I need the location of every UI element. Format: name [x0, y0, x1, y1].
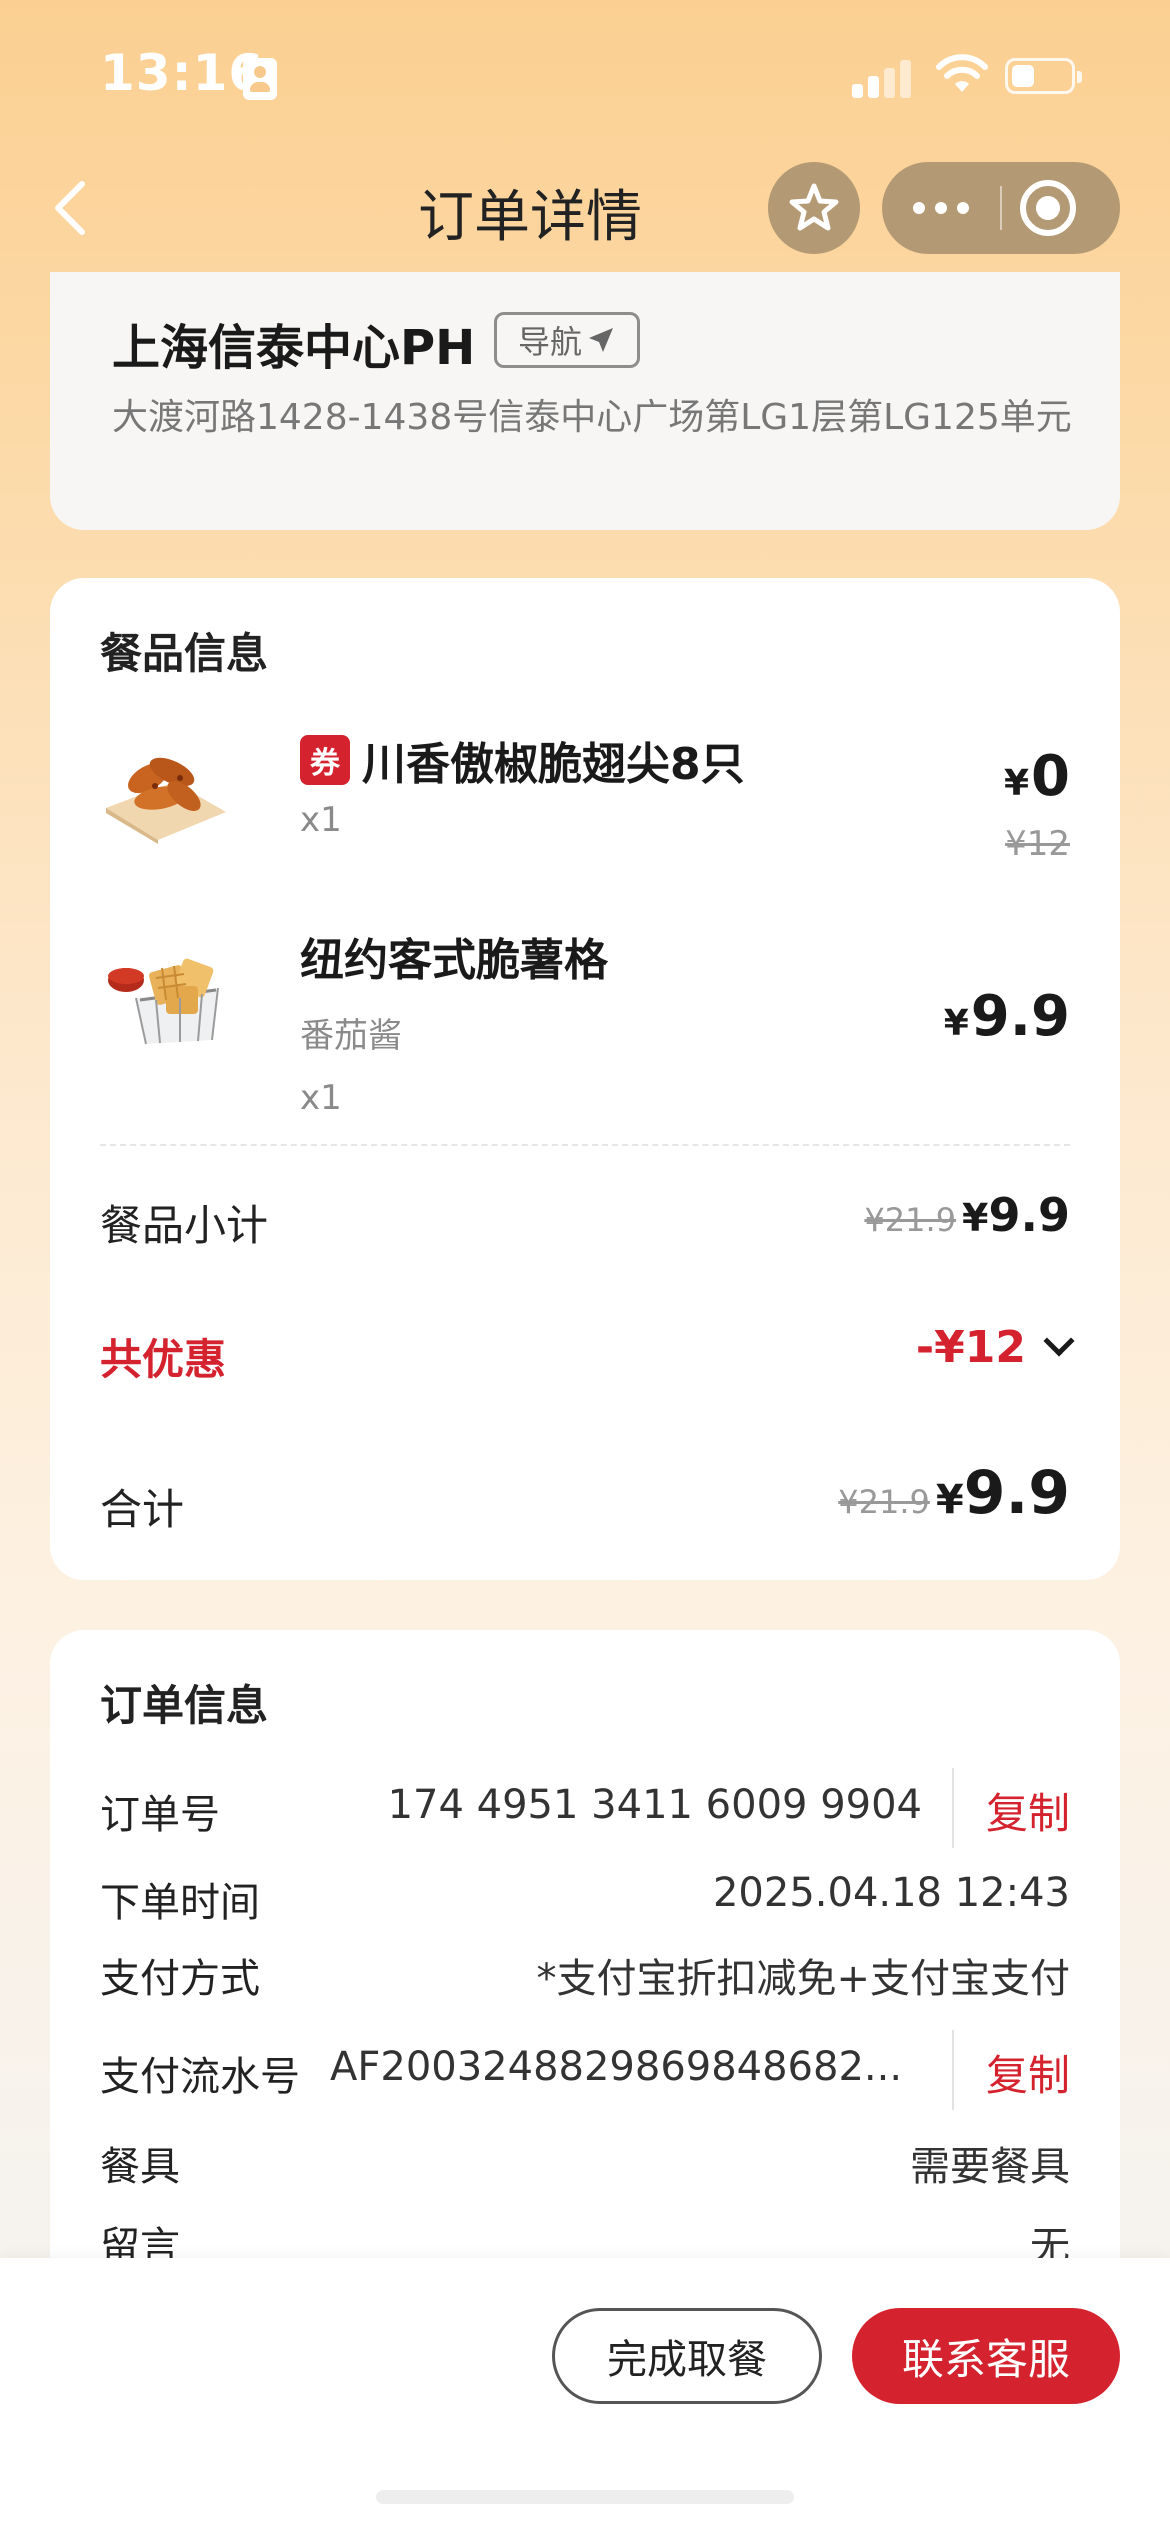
copy-order-number-button[interactable]: 复制 — [986, 1780, 1070, 1841]
discount-amount: -¥12 — [915, 1322, 1026, 1373]
chicken-wings-image — [106, 757, 226, 844]
status-bar: 13:16 — [0, 0, 1170, 150]
food-info-card: 餐品信息 券 川香傲椒脆翅尖8只 x1 ¥0 ¥12 纽约客式脆薯格 番茄酱 x… — [50, 578, 1120, 1580]
home-indicator — [376, 2490, 794, 2504]
divider — [952, 1768, 954, 1848]
item-price-value-1: 0 — [1031, 744, 1070, 809]
store-card: 上海信泰中心PH 导航 大渡河路1428-1438号信泰中心广场第LG1层第LG… — [50, 272, 1120, 530]
item-name-text-1: 川香傲椒脆翅尖8只 — [362, 739, 745, 790]
navigation-arrow-icon — [589, 328, 613, 352]
battery-icon — [1005, 58, 1082, 94]
complete-pickup-button[interactable]: 完成取餐 — [552, 2308, 822, 2404]
status-time: 13:16 — [100, 44, 265, 102]
star-icon — [789, 183, 839, 231]
navigate-label: 导航 — [517, 323, 582, 361]
copy-serial-button[interactable]: 复制 — [986, 2042, 1070, 2103]
payment-serial-label: 支付流水号 — [100, 2054, 300, 2100]
cutlery-label: 餐具 — [100, 2144, 180, 2190]
item-qty-2: x1 — [300, 1078, 342, 1118]
item-price-2: ¥9.9 — [944, 984, 1070, 1049]
currency-symbol: ¥ — [943, 1003, 969, 1044]
store-name: 上海信泰中心PH — [112, 320, 476, 376]
wifi-icon — [936, 54, 988, 92]
total-original: ¥21.9 — [838, 1483, 930, 1521]
currency-symbol: ¥ — [935, 1477, 964, 1523]
currency-symbol: ¥ — [962, 1196, 989, 1240]
order-number: 174 4951 3411 6009 9904 — [387, 1782, 922, 1828]
close-mini-program-icon[interactable] — [1020, 180, 1076, 236]
chevron-down-icon — [1043, 1325, 1075, 1357]
total-value: ¥21.9 ¥9.9 — [838, 1458, 1070, 1528]
total-label: 合计 — [100, 1485, 185, 1534]
capsule-divider — [1000, 186, 1002, 230]
order-time: 2025.04.18 12:43 — [712, 1870, 1070, 1916]
coupon-badge: 券 — [300, 735, 350, 785]
payment-method: *支付宝折扣减免+支付宝支付 — [536, 1956, 1070, 2002]
section-title-food: 餐品信息 — [100, 629, 269, 678]
total-amount: 9.9 — [963, 1458, 1070, 1528]
item-name-1: 券 川香傲椒脆翅尖8只 — [300, 728, 745, 792]
currency-symbol: ¥ — [1003, 763, 1030, 804]
item-name-text-2: 纽约客式脆薯格 — [300, 935, 608, 986]
subtotal-amount: 9.9 — [988, 1188, 1071, 1242]
contact-service-button[interactable]: 联系客服 — [852, 2308, 1120, 2404]
subtotal-original: ¥21.9 — [864, 1201, 957, 1239]
store-address: 大渡河路1428-1438号信泰中心广场第LG1层第LG125单元 — [112, 397, 1072, 438]
discount-label: 共优惠 — [100, 1335, 227, 1384]
subtotal-label: 餐品小计 — [100, 1201, 269, 1250]
item-price-1: ¥0 — [1004, 744, 1070, 809]
item-option-2: 番茄酱 — [300, 1016, 402, 1056]
dashed-divider — [100, 1144, 1070, 1146]
item-original-price-1: ¥12 — [1005, 824, 1070, 864]
waffle-fries-image — [108, 958, 219, 1045]
bottom-action-bar: 完成取餐 联系客服 — [0, 2258, 1170, 2532]
item-price-value-2: 9.9 — [970, 984, 1070, 1049]
payment-method-label: 支付方式 — [100, 1956, 260, 2002]
more-options-icon[interactable] — [882, 162, 1000, 254]
favorite-button[interactable] — [768, 162, 860, 254]
item-qty-1: x1 — [300, 800, 342, 840]
navigate-button[interactable]: 导航 — [494, 312, 640, 368]
order-time-label: 下单时间 — [100, 1880, 260, 1926]
section-title-order: 订单信息 — [100, 1681, 269, 1730]
subtotal-value: ¥21.9 ¥9.9 — [864, 1188, 1070, 1242]
payment-serial: AF2003248829869848682... — [330, 2044, 903, 2090]
order-number-label: 订单号 — [100, 1792, 220, 1838]
id-card-icon — [243, 58, 277, 100]
signal-icon — [852, 58, 912, 98]
cutlery-value: 需要餐具 — [910, 2144, 1070, 2190]
discount-toggle[interactable]: -¥12 — [915, 1322, 1075, 1373]
mini-program-capsule — [882, 162, 1120, 254]
item-name-2: 纽约客式脆薯格 — [300, 924, 608, 988]
divider — [952, 2030, 954, 2110]
